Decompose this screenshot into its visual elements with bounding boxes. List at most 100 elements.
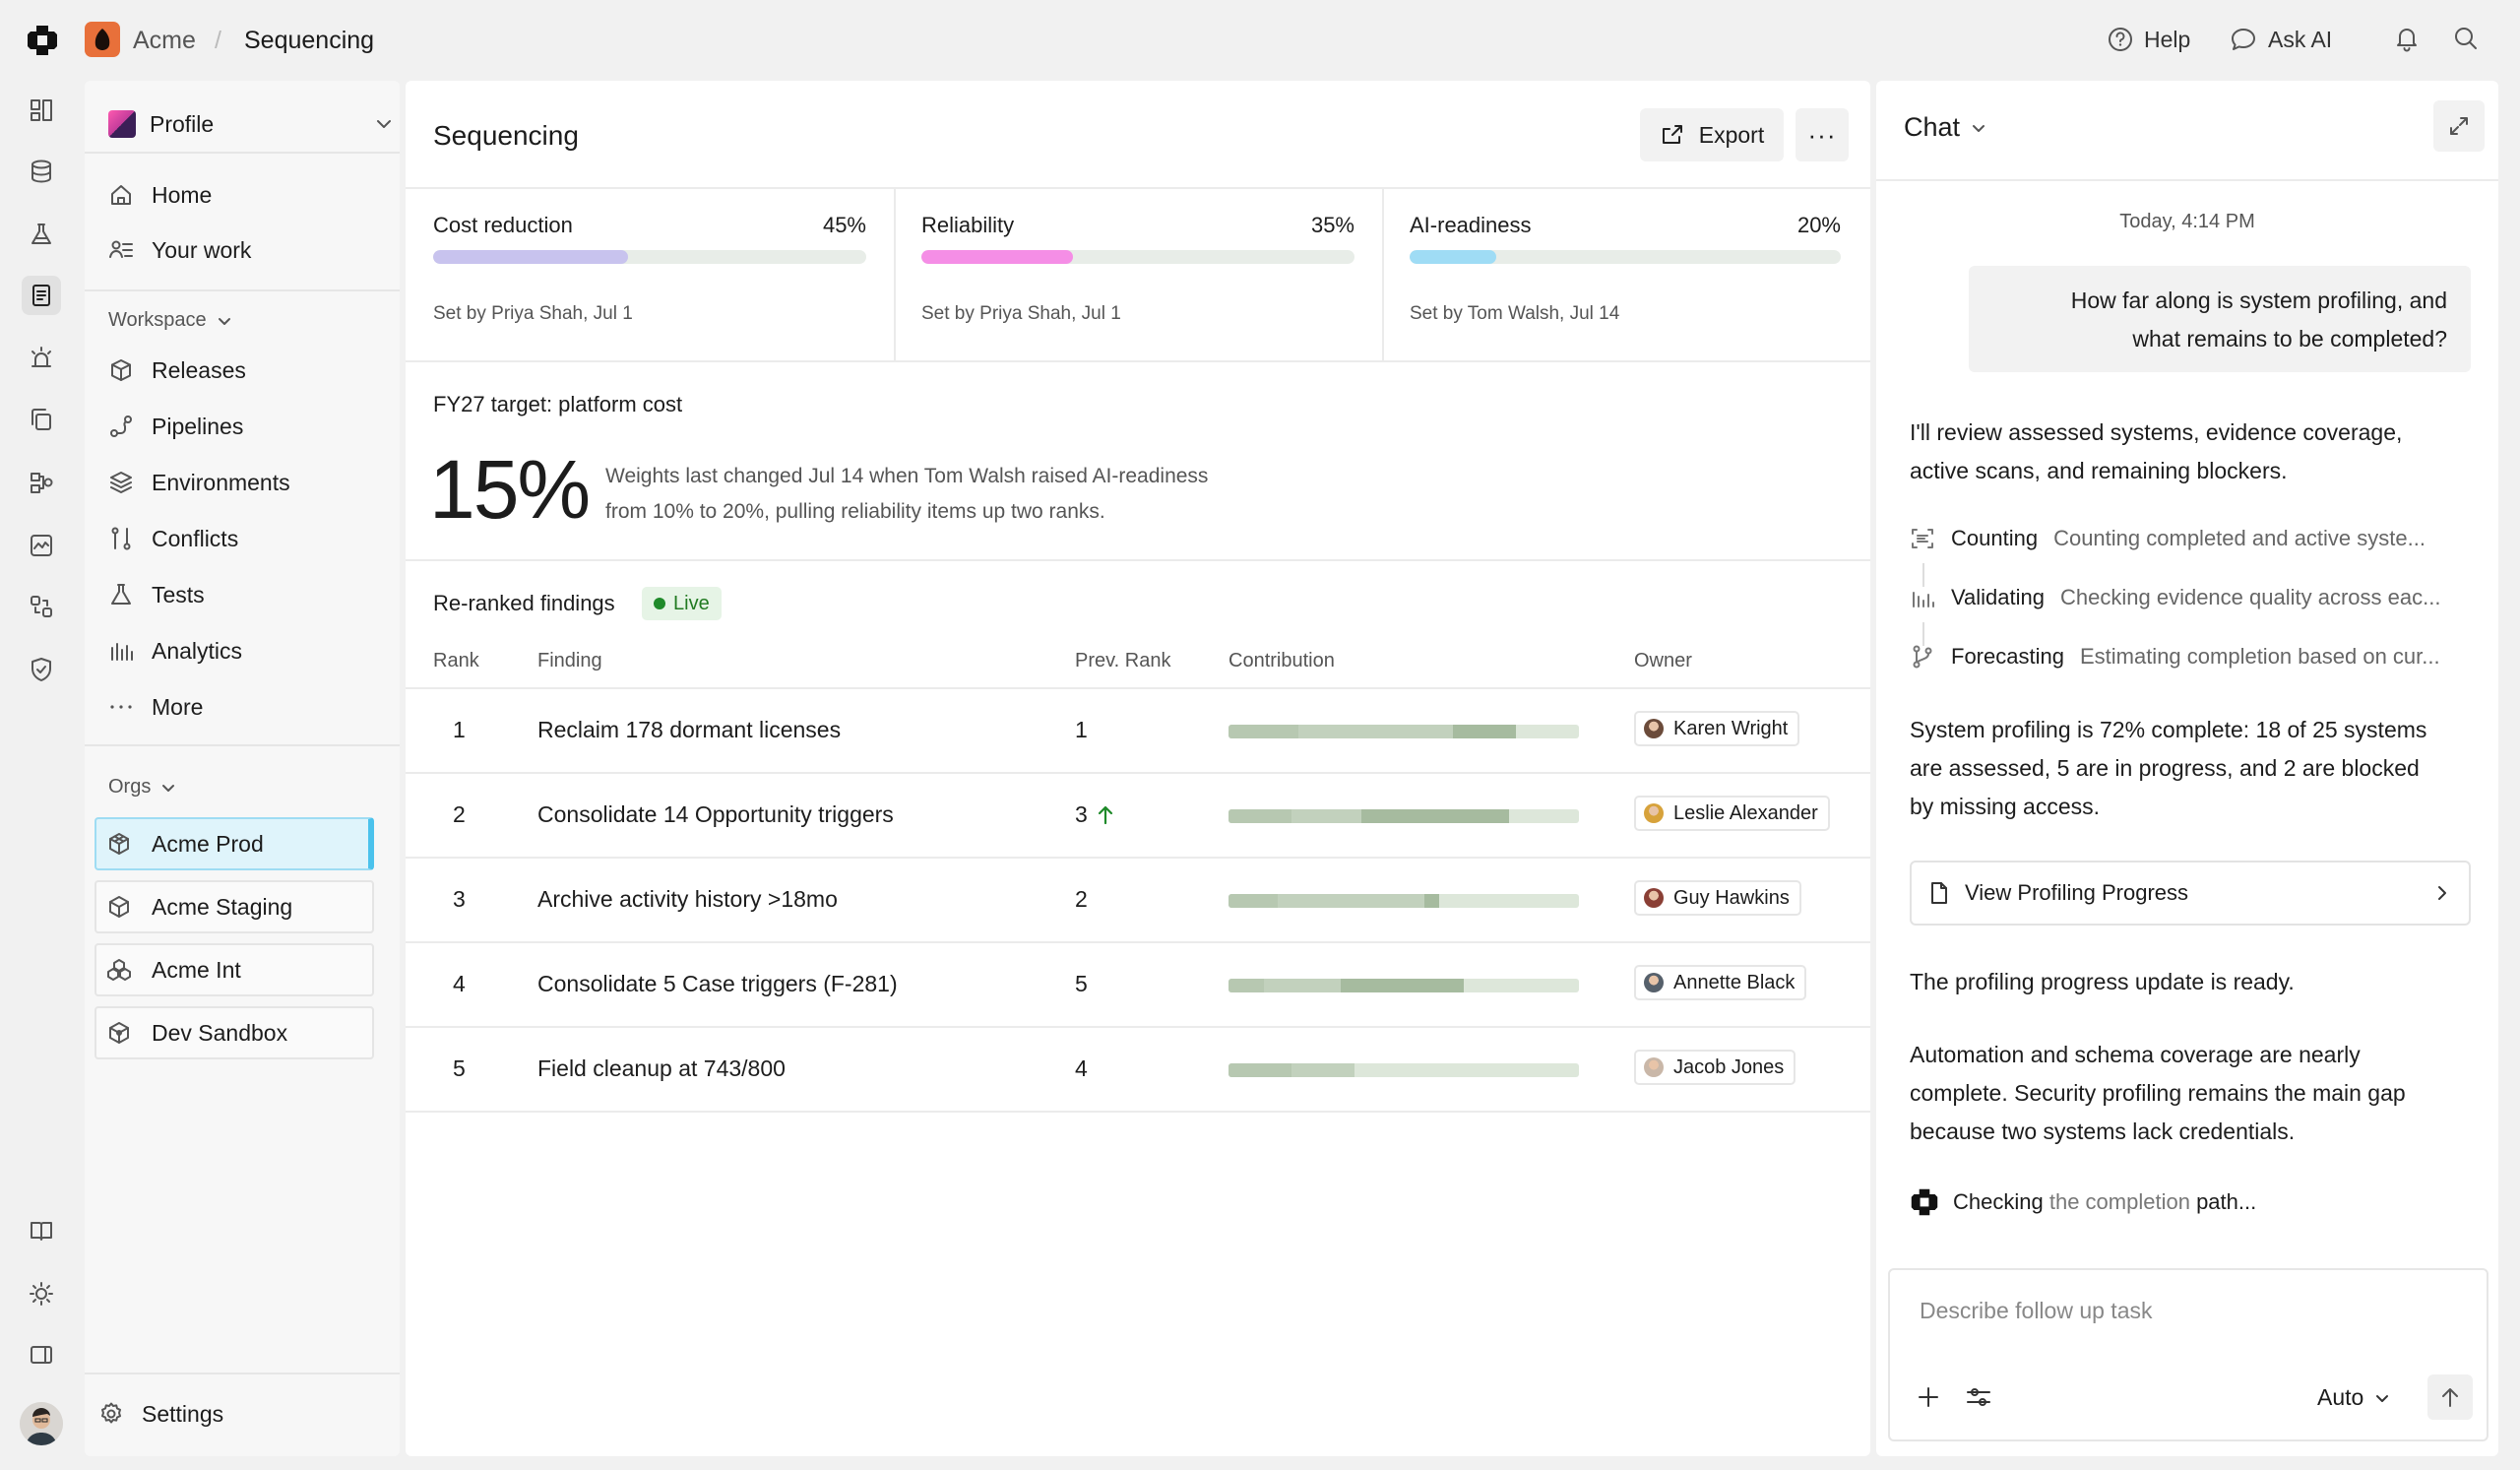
- table-row[interactable]: 2 Consolidate 14 Opportunity triggers 3 …: [406, 774, 1870, 857]
- view-profiling-progress-link[interactable]: View Profiling Progress: [1910, 861, 2471, 926]
- owner-chip[interactable]: Karen Wright: [1634, 711, 1800, 746]
- notifications-bell-icon[interactable]: [2392, 24, 2422, 53]
- owner-chip[interactable]: Leslie Alexander: [1634, 796, 1830, 831]
- more-options-button[interactable]: ···: [1796, 108, 1849, 161]
- contribution-bar: [1228, 894, 1579, 908]
- orgs-section-toggle[interactable]: Orgs: [108, 776, 176, 799]
- mode-selector[interactable]: Auto: [2317, 1384, 2391, 1411]
- org-item-acme-int[interactable]: Acme Int: [94, 943, 374, 996]
- owner-chip[interactable]: Jacob Jones: [1634, 1050, 1796, 1085]
- org-logo-icon[interactable]: [85, 22, 120, 57]
- profile-selector[interactable]: Profile: [108, 102, 404, 146]
- contribution-bar: [1228, 725, 1579, 738]
- arrow-up-icon: [2442, 1388, 2458, 1407]
- sidebar: Profile Home Your work Workspace Release…: [85, 81, 400, 1456]
- git-compare-icon: [111, 527, 131, 550]
- chat-timestamp: Today, 4:14 PM: [2119, 211, 2255, 232]
- metric-name: AI-readiness: [1410, 213, 1532, 237]
- sliders-icon[interactable]: [1965, 1384, 1992, 1410]
- metric-name: Reliability: [921, 213, 1015, 237]
- book-icon[interactable]: [22, 1211, 61, 1250]
- column-header-prev-rank[interactable]: Prev. Rank: [1075, 650, 1170, 672]
- ai-intro-line: active scans, and remaining blockers.: [1910, 458, 2288, 483]
- agent-step-forecasting: Forecasting Estimating completion based …: [1910, 644, 2440, 670]
- sidebar-item-conflicts[interactable]: Conflicts: [108, 519, 238, 558]
- ai-summary-line: by missing access.: [1910, 794, 2101, 819]
- contribution-segment: [1228, 725, 1299, 738]
- follow-up-input[interactable]: Describe follow up task: [1920, 1298, 2153, 1324]
- org-item-acme-prod[interactable]: Acme Prod: [94, 817, 374, 870]
- settings-button[interactable]: Settings: [98, 1394, 223, 1434]
- column-header-rank[interactable]: Rank: [433, 650, 479, 672]
- workspace-section-toggle[interactable]: Workspace: [108, 309, 232, 332]
- divider: [85, 744, 400, 746]
- document-icon[interactable]: [22, 276, 61, 315]
- user-avatar[interactable]: [20, 1402, 63, 1445]
- sidebar-item-pipelines[interactable]: Pipelines: [108, 407, 243, 446]
- chevron-down-icon: [1973, 124, 1985, 132]
- metric-progress-bar: [921, 250, 1354, 264]
- chat-title-dropdown[interactable]: Chat: [1904, 112, 1987, 143]
- table-row[interactable]: 5 Field cleanup at 743/800 4 Jacob Jones: [406, 1028, 1870, 1111]
- sidebar-item-label: Releases: [152, 356, 246, 383]
- help-button[interactable]: Help: [2107, 26, 2190, 53]
- owner-chip[interactable]: Guy Hawkins: [1634, 880, 1801, 916]
- rank-cell: 4: [453, 971, 466, 996]
- org-label: Acme Int: [152, 956, 241, 983]
- user-message: How far along is system profiling, and w…: [1969, 266, 2471, 372]
- app-logo-icon[interactable]: [26, 24, 59, 57]
- ai-detail-line: complete. Security profiling remains the…: [1910, 1080, 2406, 1106]
- database-icon[interactable]: [22, 152, 61, 191]
- table-row[interactable]: 1 Reclaim 178 dormant licenses 1 Karen W…: [406, 689, 1870, 772]
- dashboard-icon[interactable]: [22, 91, 61, 130]
- sidebar-item-more[interactable]: More: [108, 687, 203, 727]
- search-icon[interactable]: [2451, 24, 2481, 53]
- finding-cell: Consolidate 5 Case triggers (F-281): [537, 971, 898, 996]
- owner-name: Guy Hawkins: [1673, 886, 1790, 909]
- column-header-contribution[interactable]: Contribution: [1228, 650, 1335, 672]
- step-description: Estimating completion based on cur...: [2079, 644, 2440, 669]
- step-label: Forecasting: [1951, 644, 2064, 669]
- ask-ai-button[interactable]: Ask AI: [2229, 26, 2332, 53]
- activity-chart-icon[interactable]: [22, 526, 61, 565]
- export-button[interactable]: Export: [1640, 108, 1784, 161]
- column-header-owner[interactable]: Owner: [1634, 650, 1692, 672]
- contribution-bar: [1228, 1063, 1579, 1077]
- chevron-down-icon: [2376, 1394, 2389, 1402]
- divider: [406, 360, 1870, 362]
- step-connector: [1922, 622, 1924, 646]
- sidebar-item-environments[interactable]: Environments: [108, 463, 290, 502]
- contribution-segment: [1228, 979, 1264, 992]
- sidebar-item-analytics[interactable]: Analytics: [108, 631, 242, 671]
- send-button[interactable]: [2427, 1374, 2473, 1420]
- sidebar-item-tests[interactable]: Tests: [108, 575, 205, 614]
- table-row[interactable]: 4 Consolidate 5 Case triggers (F-281) 5 …: [406, 943, 1870, 1026]
- contribution-bar: [1228, 809, 1579, 823]
- panel-toggle-icon[interactable]: [22, 1335, 61, 1374]
- sidebar-item-releases[interactable]: Releases: [108, 351, 246, 390]
- alarm-icon[interactable]: [22, 339, 61, 378]
- breadcrumb-org[interactable]: Acme: [133, 27, 196, 55]
- expand-button[interactable]: [2433, 100, 2485, 152]
- transfer-icon[interactable]: [22, 587, 61, 626]
- ask-ai-label: Ask AI: [2268, 26, 2333, 52]
- org-item-dev-sandbox[interactable]: Dev Sandbox: [94, 1006, 374, 1059]
- metric-name: Cost reduction: [433, 213, 573, 237]
- shield-check-icon[interactable]: [22, 650, 61, 689]
- flask-icon[interactable]: [22, 215, 61, 254]
- org-item-acme-staging[interactable]: Acme Staging: [94, 880, 374, 933]
- sun-icon[interactable]: [22, 1274, 61, 1313]
- table-row[interactable]: 3 Archive activity history >18mo 2 Guy H…: [406, 859, 1870, 941]
- sidebar-item-your-work[interactable]: Your work: [108, 230, 251, 270]
- column-header-finding[interactable]: Finding: [537, 650, 602, 672]
- ai-ready-text: The profiling progress update is ready.: [1910, 969, 2295, 994]
- owner-name: Karen Wright: [1673, 717, 1789, 739]
- metric-set-by: Set by Tom Walsh, Jul 14: [1410, 303, 1620, 324]
- sidebar-item-home[interactable]: Home: [108, 175, 212, 215]
- workflow-icon[interactable]: [22, 463, 61, 502]
- copy-icon[interactable]: [22, 400, 61, 439]
- plus-icon[interactable]: [1916, 1384, 1941, 1410]
- target-note-line: Weights last changed Jul 14 when Tom Wal…: [605, 465, 1209, 487]
- owner-chip[interactable]: Annette Black: [1634, 965, 1807, 1000]
- contribution-segment: [1292, 809, 1362, 823]
